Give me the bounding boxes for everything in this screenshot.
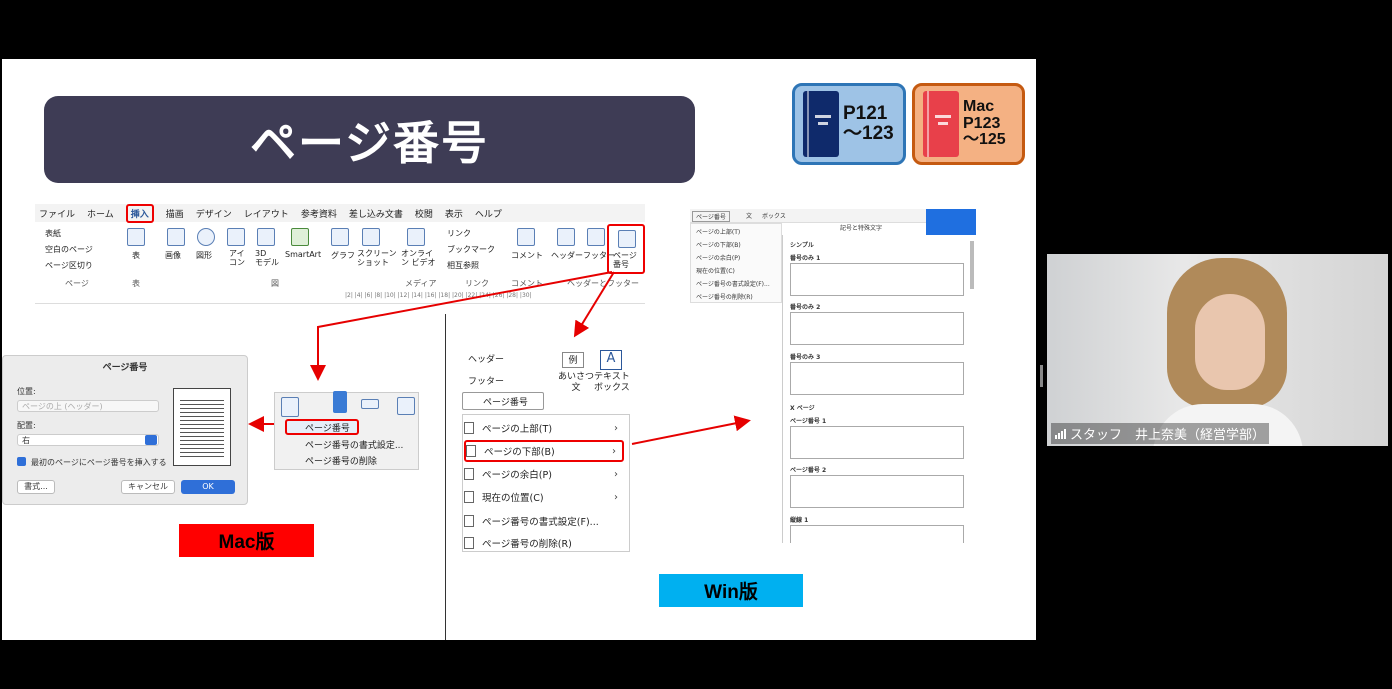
arrow-to-gallery [631, 415, 751, 445]
participant-label: スタッフ 井上奈美（経営学部） [1051, 423, 1270, 444]
participant-video[interactable]: スタッフ 井上奈美（経営学部） [1047, 254, 1388, 446]
arrow-to-win-panel [573, 271, 615, 338]
presentation-slide: ページ番号 P121 ～123 Mac P123 ～125 ファイル ホーム 挿… [2, 59, 1036, 640]
participant-name: スタッフ 井上奈美（経営学部） [1070, 428, 1266, 443]
signal-icon [1055, 428, 1066, 439]
panel-resize-handle[interactable] [1040, 365, 1043, 387]
person-face [1195, 294, 1265, 390]
arrow-to-mac-menu [310, 271, 613, 381]
red-arrows [248, 271, 751, 445]
